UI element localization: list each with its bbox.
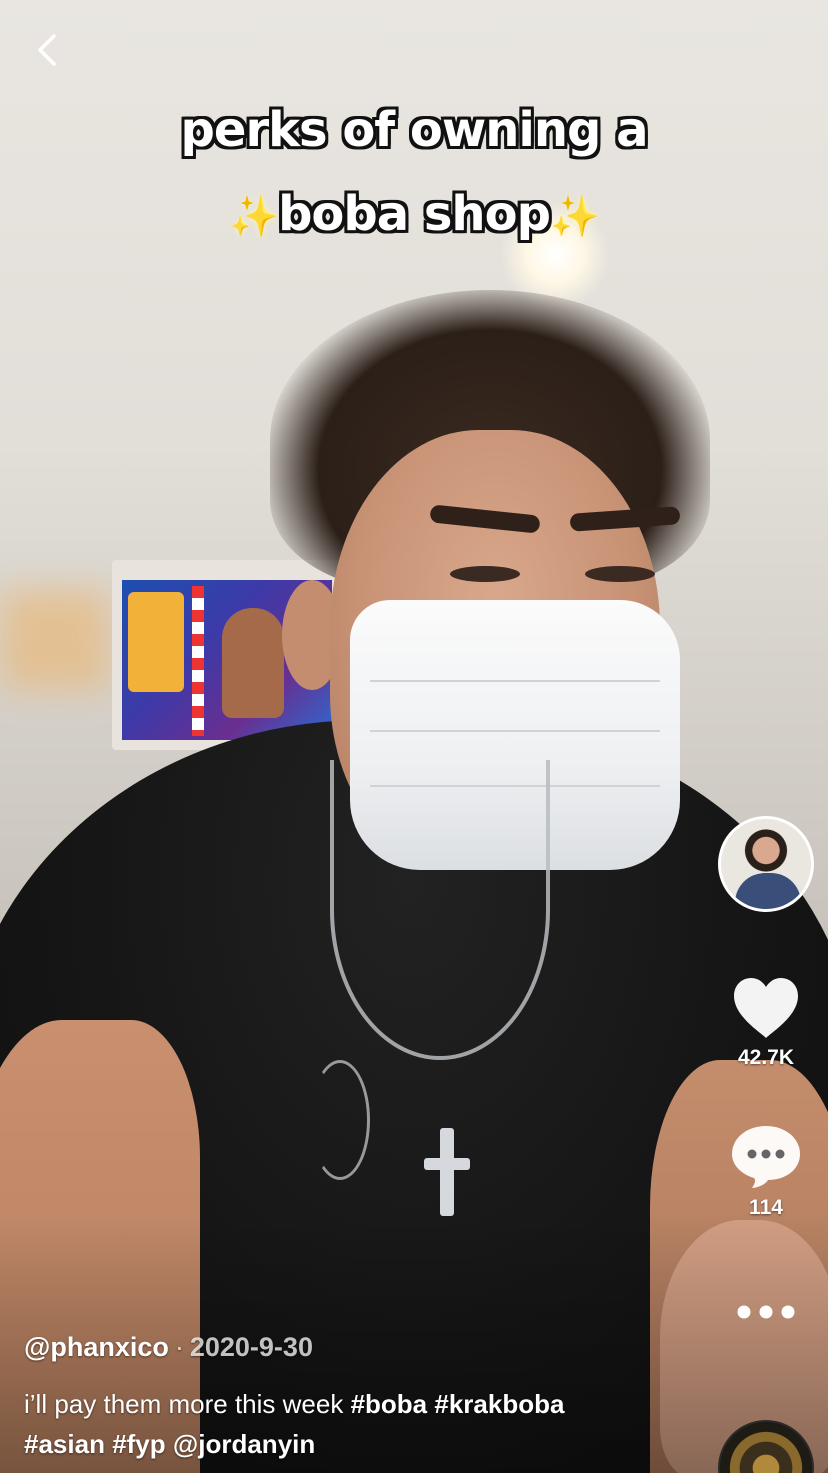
necklace-chain	[330, 760, 550, 1060]
tv-screen-character	[222, 608, 284, 718]
caption-line-1: perks of owning a	[180, 102, 649, 158]
hashtag-link[interactable]: #asian	[24, 1429, 105, 1459]
tv-screen-pole	[192, 586, 204, 736]
sparkle-emoji: ✨	[549, 194, 600, 240]
tv-screen-window	[128, 592, 184, 692]
mask-pleat	[370, 680, 660, 682]
comment-button[interactable]: 114	[730, 1122, 802, 1220]
shirt-logo	[310, 1060, 370, 1180]
sparkle-emoji: ✨	[229, 194, 279, 240]
post-description: i’ll pay them more this week #boba #krak…	[24, 1384, 704, 1464]
separator-dot: ·	[174, 1332, 184, 1362]
author-line: @phanxico · 2020-9-30	[24, 1330, 704, 1364]
comment-bubble-icon	[730, 1122, 802, 1190]
chevron-left-icon	[28, 30, 68, 70]
person-eye	[585, 566, 655, 582]
more-dots-icon	[736, 1304, 796, 1320]
like-count: 42.7K	[737, 1046, 795, 1069]
mask-pleat	[370, 730, 660, 732]
hashtag-link[interactable]: #fyp	[112, 1429, 165, 1459]
hashtag-link[interactable]: #krakboba	[434, 1389, 564, 1419]
mention-link[interactable]: @jordanyin	[173, 1429, 315, 1459]
heart-icon	[730, 976, 802, 1040]
caption-line-2: ✨boba shop✨	[0, 172, 828, 259]
background-blur	[0, 590, 110, 690]
hashtag-link[interactable]: #boba	[351, 1389, 428, 1419]
username-link[interactable]: @phanxico	[24, 1332, 169, 1362]
cross-pendant	[440, 1128, 454, 1216]
creator-avatar[interactable]	[718, 816, 814, 912]
post-info: @phanxico · 2020-9-30 i’ll pay them more t…	[24, 1330, 704, 1464]
post-date: 2020-9-30	[189, 1332, 313, 1362]
comment-count: 114	[749, 1196, 783, 1219]
action-rail: 42.7K 114	[716, 816, 816, 1320]
caption-line-2-text: boba shop	[278, 186, 551, 242]
person-eye	[450, 566, 520, 582]
back-button[interactable]	[28, 30, 68, 70]
avatar-shirt	[735, 873, 801, 909]
cross-pendant	[424, 1158, 470, 1170]
description-text: i’ll pay them more this week	[24, 1389, 344, 1419]
more-options-button[interactable]	[736, 1304, 796, 1320]
video-caption-overlay: perks of owning a ✨boba shop✨	[0, 88, 828, 259]
like-button[interactable]: 42.7K	[730, 976, 802, 1070]
